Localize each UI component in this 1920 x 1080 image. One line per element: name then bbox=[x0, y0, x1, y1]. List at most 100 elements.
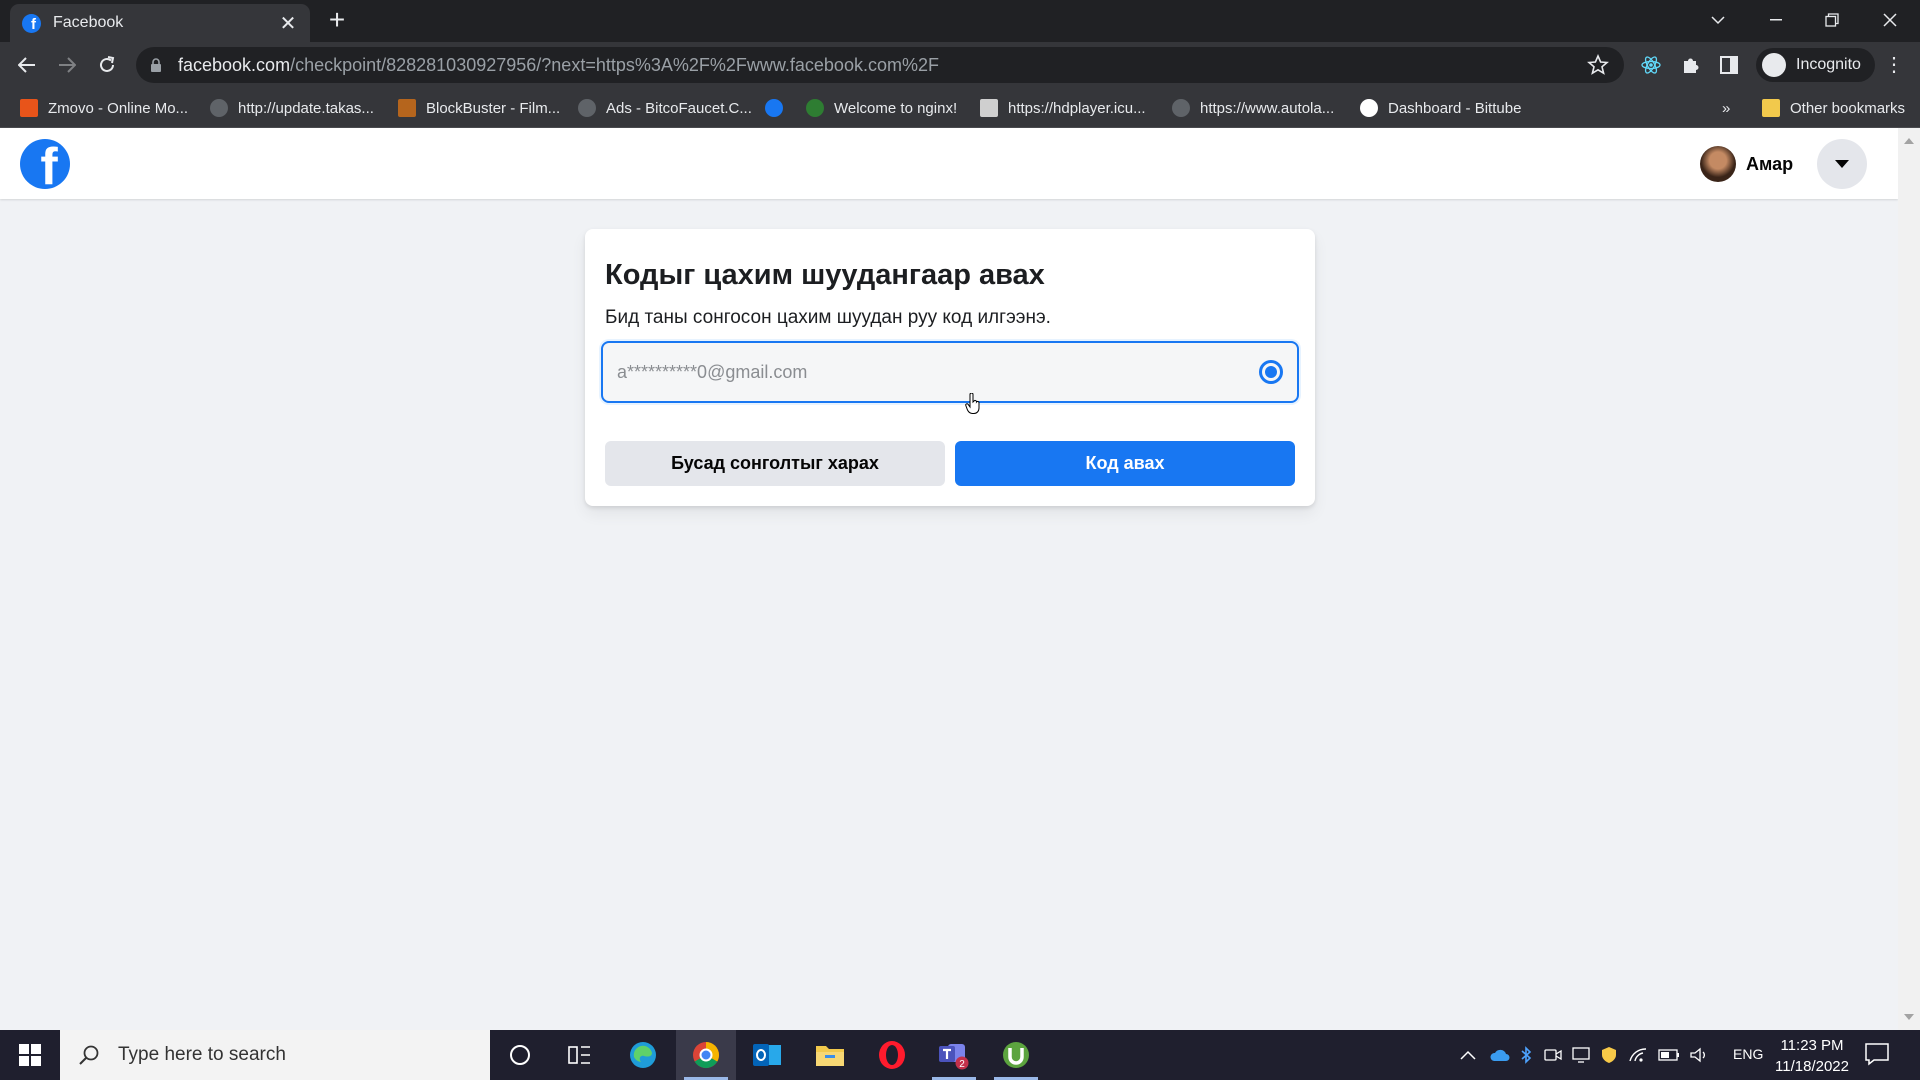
restore-icon[interactable] bbox=[1804, 0, 1860, 40]
close-window-icon[interactable] bbox=[1862, 0, 1918, 40]
see-other-options-button[interactable]: Бусад сонголтыг харах bbox=[605, 441, 945, 486]
browser-tab-bar: f Facebook ✕ + bbox=[0, 0, 1920, 42]
bookmark-label: http://update.takas... bbox=[238, 99, 374, 117]
scroll-up-arrow-icon[interactable] bbox=[1904, 138, 1914, 144]
search-icon bbox=[79, 1045, 99, 1065]
bookmark-bittube[interactable]: Dashboard - Bittube bbox=[1360, 96, 1521, 120]
bookmark-hdplayer[interactable]: https://hdplayer.icu... bbox=[980, 96, 1146, 120]
facebook-header: f Амар bbox=[0, 128, 1898, 199]
start-button[interactable] bbox=[0, 1030, 60, 1080]
notifications-icon[interactable] bbox=[1864, 1042, 1890, 1066]
onedrive-icon[interactable] bbox=[1490, 1048, 1510, 1062]
url-text: facebook.com/checkpoint/828281030927956/… bbox=[178, 54, 939, 75]
folder-icon bbox=[1762, 99, 1780, 117]
other-bookmarks-label: Other bookmarks bbox=[1790, 99, 1906, 117]
taskbar-search-box[interactable]: Type here to search bbox=[60, 1030, 490, 1080]
profile-name: Амар bbox=[1746, 153, 1794, 174]
teams-icon[interactable]: 2 bbox=[924, 1030, 984, 1080]
incognito-profile-button[interactable]: Incognito bbox=[1756, 48, 1875, 82]
bookmark-bitcofaucet[interactable]: Ads - BitcoFaucet.C... bbox=[578, 96, 752, 120]
chrome-taskbar-icon[interactable] bbox=[676, 1030, 736, 1080]
react-devtools-icon[interactable] bbox=[1638, 52, 1664, 78]
language-indicator[interactable]: ENG bbox=[1733, 1046, 1763, 1062]
bookmark-label: Dashboard - Bittube bbox=[1388, 99, 1522, 117]
email-address: a**********0@gmail.com bbox=[617, 361, 808, 382]
volume-icon[interactable] bbox=[1690, 1047, 1708, 1063]
side-panel-icon[interactable] bbox=[1716, 52, 1742, 78]
task-view-icon[interactable] bbox=[550, 1030, 610, 1080]
new-tab-button[interactable]: + bbox=[324, 6, 350, 36]
edge-icon[interactable] bbox=[613, 1030, 673, 1080]
zmovo-icon bbox=[20, 99, 38, 117]
bookmark-label: Welcome to nginx! bbox=[834, 99, 958, 117]
get-code-button[interactable]: Код авах bbox=[955, 441, 1295, 486]
facebook-icon bbox=[765, 99, 783, 117]
card-title: Кодыг цахим шуудангаар авах bbox=[605, 259, 1045, 291]
file-explorer-icon[interactable] bbox=[800, 1030, 860, 1080]
display-icon[interactable] bbox=[1572, 1047, 1590, 1063]
system-tray bbox=[1460, 1030, 1708, 1080]
reload-icon[interactable] bbox=[92, 50, 122, 80]
globe-icon bbox=[210, 99, 228, 117]
facebook-favicon-icon: f bbox=[22, 13, 41, 33]
forward-icon[interactable] bbox=[52, 50, 82, 80]
wifi-icon[interactable] bbox=[1628, 1047, 1648, 1063]
checkpoint-card: Кодыг цахим шуудангаар авах Бид таны сон… bbox=[585, 229, 1315, 506]
battery-icon[interactable] bbox=[1658, 1048, 1680, 1062]
facebook-logo-icon[interactable]: f bbox=[20, 139, 70, 189]
bookmark-label: Ads - BitcoFaucet.C... bbox=[606, 99, 752, 117]
bookmark-star-icon[interactable] bbox=[1586, 53, 1610, 77]
bookmark-label: BlockBuster - Film... bbox=[426, 99, 561, 117]
bookmark-blockbuster[interactable]: BlockBuster - Film... bbox=[398, 96, 560, 120]
bittube-icon bbox=[1360, 99, 1378, 117]
globe-icon bbox=[578, 99, 596, 117]
tab-facebook[interactable]: f Facebook ✕ bbox=[10, 4, 310, 42]
radio-selected-dot bbox=[1265, 366, 1277, 378]
nginx-icon bbox=[806, 99, 824, 117]
card-description: Бид таны сонгосон цахим шуудан руу код и… bbox=[605, 307, 1051, 328]
blockbuster-icon bbox=[398, 99, 416, 117]
back-icon[interactable] bbox=[12, 50, 42, 80]
extensions-icon[interactable] bbox=[1678, 52, 1704, 78]
email-option[interactable]: a**********0@gmail.com bbox=[601, 341, 1299, 403]
bookmark-nginx[interactable]: Welcome to nginx! bbox=[806, 96, 957, 120]
security-shield-icon[interactable] bbox=[1600, 1046, 1618, 1064]
chevron-up-icon[interactable] bbox=[1460, 1050, 1476, 1060]
incognito-label: Incognito bbox=[1796, 56, 1861, 73]
profile-button[interactable]: Амар bbox=[1700, 145, 1793, 183]
search-placeholder: Type here to search bbox=[118, 1044, 286, 1065]
caret-down-icon bbox=[1835, 160, 1849, 168]
cortana-icon[interactable] bbox=[490, 1030, 550, 1080]
utorrent-icon[interactable] bbox=[986, 1030, 1046, 1080]
teams-badge: 2 bbox=[959, 1059, 965, 1070]
opera-icon[interactable] bbox=[862, 1030, 922, 1080]
other-bookmarks[interactable]: Other bookmarks bbox=[1762, 96, 1905, 120]
bookmarks-overflow-button[interactable]: » bbox=[1722, 96, 1730, 120]
hand-cursor-icon bbox=[965, 393, 980, 414]
close-tab-icon[interactable]: ✕ bbox=[278, 11, 298, 36]
meet-now-icon[interactable] bbox=[1544, 1047, 1562, 1063]
lock-icon bbox=[151, 58, 161, 72]
tab-title: Facebook bbox=[53, 14, 124, 31]
bluetooth-icon[interactable] bbox=[1520, 1046, 1532, 1064]
address-bar[interactable]: facebook.com/checkpoint/828281030927956/… bbox=[136, 47, 1624, 83]
minimize-icon[interactable] bbox=[1748, 0, 1804, 40]
outlook-icon[interactable] bbox=[737, 1030, 797, 1080]
taskbar-clock[interactable]: 11:23 PM 11/18/2022 bbox=[1768, 1035, 1856, 1077]
tab-search-icon[interactable] bbox=[1690, 0, 1746, 40]
bookmark-zmovo[interactable]: Zmovo - Online Mo... bbox=[20, 96, 188, 120]
clock-time: 11:23 PM bbox=[1780, 1037, 1844, 1054]
bookmark-label: https://www.autola... bbox=[1200, 99, 1335, 117]
chrome-menu-icon[interactable]: ⋮ bbox=[1884, 52, 1904, 78]
avatar bbox=[1700, 146, 1736, 182]
email-radio-button[interactable] bbox=[1259, 360, 1283, 384]
scroll-down-arrow-icon[interactable] bbox=[1904, 1014, 1914, 1020]
account-menu-button[interactable] bbox=[1817, 139, 1867, 189]
bookmark-label: https://hdplayer.icu... bbox=[1008, 99, 1146, 117]
bookmark-facebook[interactable] bbox=[765, 96, 793, 120]
bookmark-autola[interactable]: https://www.autola... bbox=[1172, 96, 1334, 120]
bookmark-label: Zmovo - Online Mo... bbox=[48, 99, 189, 117]
page-scrollbar[interactable] bbox=[1898, 128, 1920, 1030]
bookmark-update-takas[interactable]: http://update.takas... bbox=[210, 96, 374, 120]
globe-icon bbox=[1172, 99, 1190, 117]
